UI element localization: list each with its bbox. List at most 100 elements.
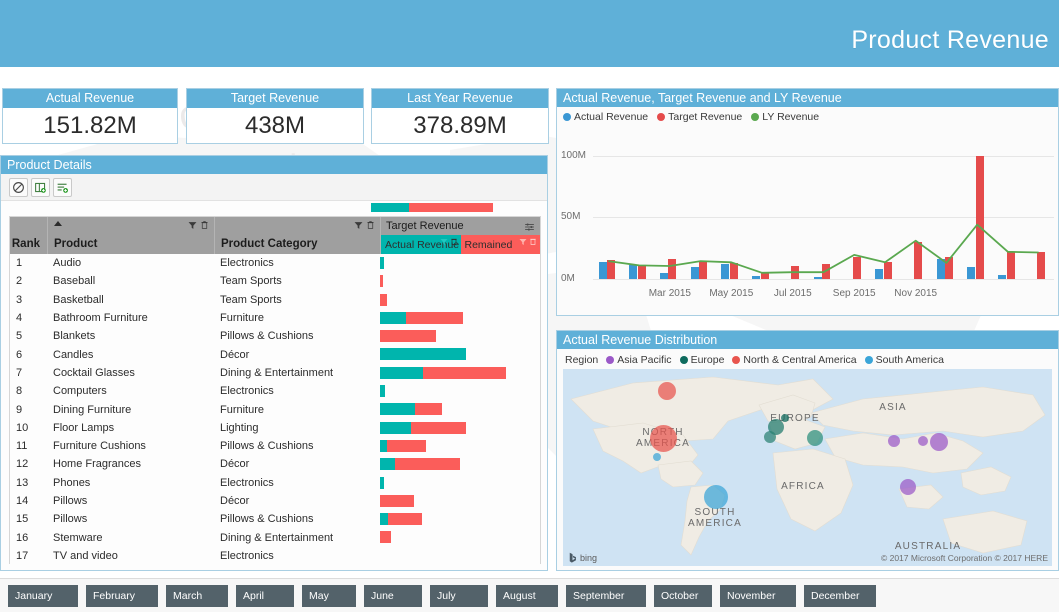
- bar-actual: [380, 403, 415, 416]
- actual-header-icons[interactable]: [440, 237, 458, 246]
- map-legend-item-north-central-america[interactable]: North & Central America: [732, 354, 857, 366]
- table-row[interactable]: 17 TV and video Electronics: [10, 547, 540, 564]
- legend-label: LY Revenue: [762, 111, 820, 123]
- column-header-product[interactable]: Product: [47, 217, 214, 254]
- kpi-card-last-year-revenue[interactable]: Last Year Revenue 378.89M: [371, 88, 549, 144]
- table-row[interactable]: 5 Blankets Pillows & Cushions: [10, 327, 540, 345]
- x-axis-tick: Jul 2015: [773, 288, 812, 299]
- legend-swatch: [563, 113, 571, 121]
- slicer-month-june[interactable]: June: [364, 584, 422, 607]
- map-bubble[interactable]: [649, 424, 677, 452]
- table-row[interactable]: 11 Furniture Cushions Pillows & Cushions: [10, 437, 540, 455]
- map-bubble[interactable]: [704, 485, 728, 509]
- table-row[interactable]: 6 Candles Décor: [10, 345, 540, 363]
- product-table[interactable]: Rank Product Product Category Target Rev…: [9, 216, 541, 564]
- combo-chart-legend[interactable]: Actual Revenue Target Revenue LY Revenue: [557, 107, 1058, 123]
- kpi-card-actual-revenue[interactable]: Actual Revenue 151.82M: [2, 88, 178, 144]
- legend-item-ly-revenue[interactable]: LY Revenue: [751, 111, 819, 123]
- bar-remained: [380, 275, 384, 288]
- cell-category: Décor: [220, 458, 250, 471]
- cell-measure-bar: [380, 291, 540, 309]
- product-header-icons[interactable]: [188, 220, 209, 230]
- legend-item-target-revenue[interactable]: Target Revenue: [657, 111, 742, 123]
- kpi-card-target-revenue[interactable]: Target Revenue 438M: [186, 88, 364, 144]
- cell-category: Dining & Entertainment: [220, 366, 334, 379]
- legend-swatch: [679, 356, 688, 364]
- cell-product: Pillows: [53, 513, 88, 526]
- map-legend-item-asia-pacific[interactable]: Asia Pacific: [606, 354, 672, 366]
- table-row[interactable]: 7 Cocktail Glasses Dining & Entertainment: [10, 364, 540, 382]
- column-header-category[interactable]: Product Category: [214, 217, 380, 254]
- slicer-month-march[interactable]: March: [166, 584, 228, 607]
- bar-actual: [380, 421, 412, 434]
- add-column-icon[interactable]: [31, 177, 50, 197]
- legend-label: North & Central America: [743, 354, 857, 366]
- slicer-month-february[interactable]: February: [86, 584, 158, 607]
- map-bubble[interactable]: [918, 436, 928, 446]
- clear-filters-icon[interactable]: [9, 177, 28, 197]
- table-body[interactable]: 1 Audio Electronics 2 Baseball Team Sports 3 Ba…: [10, 254, 540, 564]
- slicer-month-october[interactable]: October: [654, 584, 712, 607]
- kpi-value: 438M: [187, 108, 363, 143]
- legend-label: Actual Revenue: [574, 111, 649, 123]
- map-bubble[interactable]: [930, 433, 948, 451]
- map-bubble[interactable]: [807, 430, 823, 446]
- map-bubble[interactable]: [888, 435, 900, 447]
- cell-product: Floor Lamps: [53, 421, 115, 434]
- map-bubble[interactable]: [781, 414, 789, 422]
- table-row[interactable]: 9 Dining Furniture Furniture: [10, 400, 540, 418]
- table-row[interactable]: 14 Pillows Décor: [10, 492, 540, 510]
- cell-category: Lighting: [220, 421, 259, 434]
- slicer-month-november[interactable]: November: [720, 584, 796, 607]
- table-row[interactable]: 13 Phones Electronics: [10, 474, 540, 492]
- table-row[interactable]: 8 Computers Electronics: [10, 382, 540, 400]
- cell-rank: 5: [16, 330, 23, 343]
- bar-remained: [414, 403, 442, 416]
- map-legend-item-south-america[interactable]: South America: [864, 354, 944, 366]
- slicer-month-april[interactable]: April: [236, 584, 294, 607]
- table-row[interactable]: 15 Pillows Pillows & Cushions: [10, 510, 540, 528]
- slicer-month-july[interactable]: July: [430, 584, 488, 607]
- cell-measure-bar: [380, 547, 540, 564]
- column-header-actual-revenue[interactable]: Actual Revenue: [381, 235, 461, 254]
- slicer-month-may[interactable]: May: [302, 584, 356, 607]
- slicer-month-september[interactable]: September: [566, 584, 646, 607]
- month-slicer[interactable]: January February March April May June July Augu…: [0, 578, 1059, 612]
- add-measure-icon[interactable]: [53, 177, 72, 197]
- product-details-toolbar: [1, 174, 547, 201]
- map-legend-item-europe[interactable]: Europe: [679, 354, 725, 366]
- legend-item-actual-revenue[interactable]: Actual Revenue: [563, 111, 648, 123]
- bar-actual: [380, 385, 386, 398]
- column-header-measures[interactable]: Target Revenue Actual Revenue Remained: [380, 217, 540, 254]
- bing-icon: [569, 552, 576, 563]
- column-header-remained[interactable]: Remained: [460, 235, 540, 254]
- column-header-rank[interactable]: Rank: [10, 217, 47, 254]
- slicer-month-january[interactable]: January: [8, 584, 78, 607]
- category-header-icons[interactable]: [354, 220, 375, 230]
- table-row[interactable]: 10 Floor Lamps Lighting: [10, 419, 540, 437]
- table-row[interactable]: 3 Basketball Team Sports: [10, 291, 540, 309]
- cell-measure-bar: [380, 272, 540, 290]
- world-map[interactable]: NORTH AMERICA SOUTH AMERICA EUROPE AFRIC…: [563, 369, 1052, 566]
- map-bubble[interactable]: [653, 453, 661, 461]
- bar-actual: [380, 311, 407, 324]
- remained-header-icons[interactable]: [519, 237, 537, 246]
- map-bubble[interactable]: [764, 431, 776, 443]
- table-row[interactable]: 4 Bathroom Furniture Furniture: [10, 309, 540, 327]
- bing-label: bing: [580, 552, 598, 563]
- legend-label: Europe: [690, 354, 725, 366]
- table-row[interactable]: 16 Stemware Dining & Entertainment: [10, 528, 540, 546]
- table-row[interactable]: 12 Home Fragrances Décor: [10, 455, 540, 473]
- slicer-month-august[interactable]: August: [496, 584, 558, 607]
- map-bubble[interactable]: [658, 382, 676, 400]
- table-row[interactable]: 1 Audio Electronics: [10, 254, 540, 272]
- slicer-month-december[interactable]: December: [804, 584, 876, 607]
- table-row[interactable]: 2 Baseball Team Sports: [10, 272, 540, 290]
- combo-chart-plot[interactable]: 0M 50M 100M Mar 2015 May 2015 Jul 2015 Sep 201…: [557, 133, 1059, 313]
- map-legend[interactable]: Region Asia Pacific Europe North & Central…: [557, 349, 1058, 366]
- cell-product: Baseball: [53, 275, 96, 288]
- cell-product: Phones: [53, 476, 91, 489]
- legend-swatch: [751, 113, 760, 121]
- map-bubble[interactable]: [900, 479, 916, 495]
- bar-actual: [380, 439, 388, 452]
